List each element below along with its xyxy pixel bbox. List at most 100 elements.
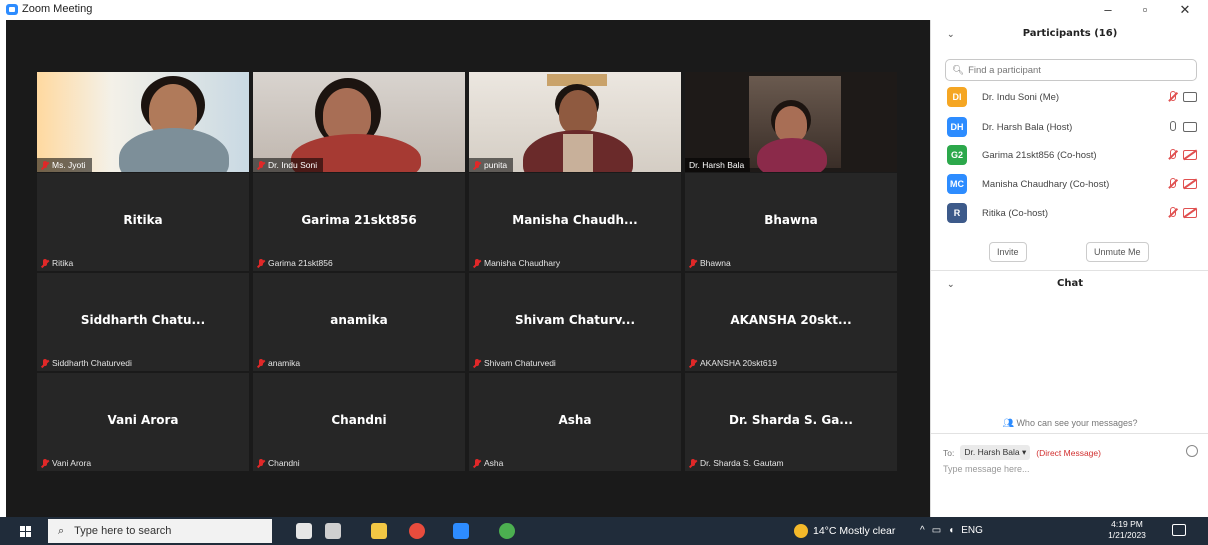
weather-sun-icon bbox=[794, 524, 808, 538]
participant-tile[interactable]: Bhawna Bhawna bbox=[685, 173, 897, 271]
file-explorer-icon[interactable] bbox=[371, 523, 387, 539]
participant-nameplate: punita bbox=[469, 158, 514, 172]
chat-title: Chat bbox=[1057, 278, 1083, 289]
penguins-app-icon[interactable] bbox=[296, 523, 312, 539]
participant-row[interactable]: MC Manisha Chaudhary (Co-host) bbox=[947, 173, 1203, 195]
chrome-profile-icon[interactable] bbox=[499, 523, 515, 539]
participants-title: Participants (16) bbox=[1022, 28, 1118, 39]
mic-muted-icon bbox=[473, 258, 481, 268]
chevron-up-icon[interactable]: ^ bbox=[920, 525, 925, 536]
camera-icon[interactable] bbox=[1183, 122, 1197, 132]
taskbar-search-input[interactable]: ⌕ Type here to search bbox=[48, 519, 272, 543]
collapse-chevron-icon[interactable]: ⌄ bbox=[947, 30, 955, 40]
windows-start-icon[interactable] bbox=[20, 526, 31, 537]
participant-name: Dr. Harsh Bala bbox=[689, 160, 745, 170]
participant-tile[interactable]: Garima 21skt856 Garima 21skt856 bbox=[253, 173, 465, 271]
mic-muted-icon bbox=[473, 160, 481, 170]
participant-name: Dr. Sharda S. Gautam bbox=[700, 458, 784, 468]
video-tile[interactable]: Ms. Jyoti bbox=[37, 72, 249, 172]
participant-display-name: Siddharth Chatu... bbox=[80, 313, 206, 327]
participant-label: Manisha Chaudhary bbox=[473, 258, 560, 268]
participant-tile[interactable]: Vani Arora Vani Arora bbox=[37, 373, 249, 471]
avatar: DH bbox=[947, 117, 967, 137]
mic-muted-icon[interactable] bbox=[1167, 178, 1177, 190]
participant-row[interactable]: DI Dr. Indu Soni (Me) bbox=[947, 86, 1203, 108]
people-icon: 👥︎ bbox=[1002, 418, 1014, 428]
participant-row[interactable]: G2 Garima 21skt856 (Co-host) bbox=[947, 144, 1203, 166]
participant-label: Chandni bbox=[257, 458, 300, 468]
participant-row[interactable]: R Ritika (Co-host) bbox=[947, 202, 1203, 224]
mic-muted-icon bbox=[257, 258, 265, 268]
participant-tile[interactable]: Shivam Chaturv... Shivam Chaturvedi bbox=[469, 273, 681, 371]
zoom-taskbar-icon[interactable] bbox=[453, 523, 469, 539]
video-tile[interactable]: Dr. Indu Soni bbox=[253, 72, 465, 172]
participant-search-input[interactable]: 🔍︎ Find a participant bbox=[945, 59, 1197, 81]
participant-name: AKANSHA 20skt619 bbox=[700, 358, 778, 368]
mic-muted-icon[interactable] bbox=[1167, 91, 1177, 103]
participant-name: Dr. Indu Soni (Me) bbox=[982, 91, 1060, 103]
restore-button[interactable]: ▫ bbox=[1130, 1, 1160, 19]
unmute-me-button[interactable]: Unmute Me bbox=[1086, 242, 1149, 262]
taskbar-clock[interactable]: 4:19 PM 1/21/2023 bbox=[1103, 519, 1151, 541]
participant-tile[interactable]: anamika anamika bbox=[253, 273, 465, 371]
participant-name: Manisha Chaudhary (Co-host) bbox=[982, 178, 1110, 190]
window-titlebar: Zoom Meeting – ▫ ✕ bbox=[0, 0, 1208, 20]
participant-nameplate: Ms. Jyoti bbox=[37, 158, 92, 172]
participant-tile[interactable]: Dr. Sharda S. Ga... Dr. Sharda S. Gautam bbox=[685, 373, 897, 471]
side-panel: ⌄ Participants (16) 🔍︎ Find a participan… bbox=[930, 20, 1208, 517]
video-tile-active-speaker[interactable]: Dr. Harsh Bala bbox=[685, 72, 897, 172]
mic-muted-icon bbox=[689, 358, 697, 368]
avatar: R bbox=[947, 203, 967, 223]
participant-display-name: Asha bbox=[558, 413, 592, 427]
camera-off-icon[interactable] bbox=[1183, 150, 1197, 160]
search-icon: 🔍︎ bbox=[952, 64, 965, 76]
who-can-see-link[interactable]: 👥︎ Who can see your messages? bbox=[931, 418, 1208, 429]
participant-tile[interactable]: Asha Asha bbox=[469, 373, 681, 471]
camera-icon[interactable] bbox=[1183, 92, 1197, 102]
avatar: DI bbox=[947, 87, 967, 107]
participant-tile[interactable]: Siddharth Chatu... Siddharth Chaturvedi bbox=[37, 273, 249, 371]
search-placeholder: Find a participant bbox=[968, 64, 1041, 76]
camera-off-icon[interactable] bbox=[1183, 208, 1197, 218]
chat-recipient-row: To: Dr. Harsh Bala ▾ (Direct Message) bbox=[943, 445, 1203, 460]
participant-row[interactable]: DH Dr. Harsh Bala (Host) bbox=[947, 116, 1203, 138]
mic-muted-icon bbox=[257, 358, 265, 368]
chrome-icon[interactable] bbox=[409, 523, 425, 539]
mic-icon[interactable] bbox=[1167, 121, 1177, 133]
invite-button[interactable]: Invite bbox=[989, 242, 1027, 262]
mic-muted-icon[interactable] bbox=[1167, 207, 1177, 219]
mic-muted-icon[interactable] bbox=[1167, 149, 1177, 161]
minimize-button[interactable]: – bbox=[1093, 1, 1123, 19]
mic-muted-icon bbox=[41, 358, 49, 368]
mic-muted-icon bbox=[473, 358, 481, 368]
participant-display-name: Manisha Chaudh... bbox=[512, 213, 638, 227]
participant-name: Shivam Chaturvedi bbox=[484, 358, 556, 368]
participant-name: Chandni bbox=[268, 458, 300, 468]
recipient-dropdown[interactable]: Dr. Harsh Bala ▾ bbox=[960, 445, 1031, 460]
participant-display-name: Dr. Sharda S. Ga... bbox=[729, 413, 853, 427]
windows-taskbar: ⌕ Type here to search 14°C Mostly clear … bbox=[0, 517, 1208, 545]
chat-message-input[interactable]: Type message here... bbox=[943, 464, 1030, 474]
participant-tile[interactable]: Chandni Chandni bbox=[253, 373, 465, 471]
emoji-icon[interactable] bbox=[1186, 445, 1198, 457]
participant-name: Garima 21skt856 bbox=[268, 258, 333, 268]
taskbar-search-placeholder: Type here to search bbox=[74, 525, 172, 537]
participant-label: Shivam Chaturvedi bbox=[473, 358, 556, 368]
volume-icon[interactable]: ◖ bbox=[948, 525, 954, 536]
collapse-chevron-icon[interactable]: ⌄ bbox=[947, 280, 955, 290]
video-tile[interactable]: punita bbox=[469, 72, 681, 172]
notifications-icon[interactable] bbox=[1172, 524, 1186, 536]
participant-name: Dr. Harsh Bala (Host) bbox=[982, 121, 1073, 133]
penguins-app-icon[interactable] bbox=[325, 523, 341, 539]
participant-name: Ms. Jyoti bbox=[52, 160, 86, 170]
close-button[interactable]: ✕ bbox=[1170, 1, 1200, 19]
participant-tile[interactable]: Manisha Chaudh... Manisha Chaudhary bbox=[469, 173, 681, 271]
weather-widget[interactable]: 14°C Mostly clear bbox=[794, 524, 895, 538]
camera-off-icon[interactable] bbox=[1183, 179, 1197, 189]
participant-tile[interactable]: Ritika Ritika bbox=[37, 173, 249, 271]
participant-tile[interactable]: AKANSHA 20skt... AKANSHA 20skt619 bbox=[685, 273, 897, 371]
network-icon[interactable]: ▭ bbox=[932, 525, 941, 536]
avatar: G2 bbox=[947, 145, 967, 165]
participant-label: anamika bbox=[257, 358, 300, 368]
language-indicator[interactable]: ENG bbox=[961, 525, 983, 536]
